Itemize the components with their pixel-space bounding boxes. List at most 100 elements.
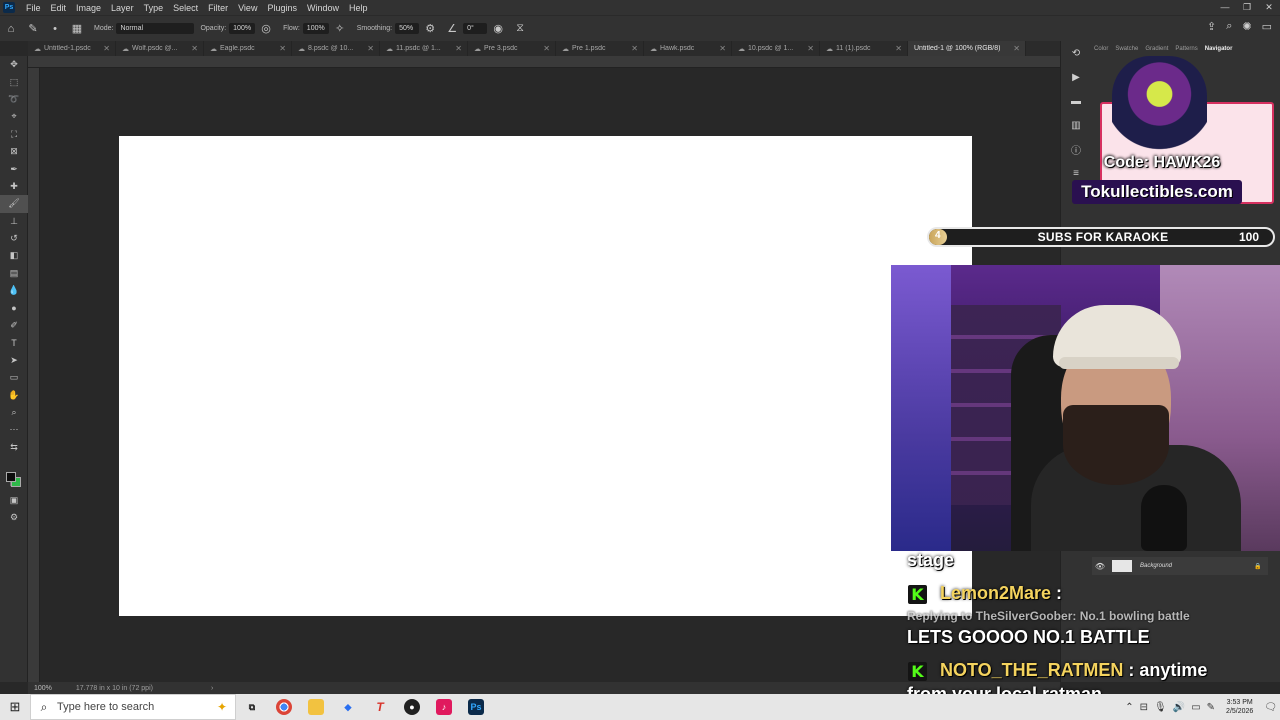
document-tab[interactable]: ☁ 11.psdc @ 1... ✕ — [380, 41, 468, 56]
document-tab[interactable]: ☁ 10.psdc @ 1... ✕ — [732, 41, 820, 56]
file-explorer-icon[interactable] — [300, 694, 332, 720]
angle-field[interactable]: 0° — [463, 23, 488, 34]
pen-icon[interactable]: ✎ — [1207, 702, 1215, 713]
chrome-icon[interactable] — [268, 694, 300, 720]
crop-tool-icon[interactable]: ⛶ — [0, 126, 28, 143]
close-tab-icon[interactable]: ✕ — [103, 44, 110, 53]
document-tab[interactable]: ☁ Eagle.psdc ✕ — [204, 41, 292, 56]
mode-select[interactable]: Normal — [116, 23, 195, 34]
zoom-tool-icon[interactable]: ⌕ — [0, 404, 28, 421]
tab-color[interactable]: Color — [1094, 46, 1108, 52]
healing-brush-tool-icon[interactable]: ✚ — [0, 178, 28, 195]
obs-icon[interactable]: ● — [396, 694, 428, 720]
menu-window[interactable]: Window — [302, 3, 344, 13]
tray-chevron-icon[interactable]: ⌃ — [1125, 702, 1133, 713]
tab-patterns[interactable]: Patterns — [1175, 46, 1197, 52]
menu-plugins[interactable]: Plugins — [262, 3, 302, 13]
menu-image[interactable]: Image — [71, 3, 106, 13]
menu-type[interactable]: Type — [139, 3, 169, 13]
discover-icon[interactable]: ✺ — [1242, 20, 1251, 33]
app-blue-icon[interactable]: ◆ — [332, 694, 364, 720]
close-tab-icon[interactable]: ✕ — [367, 44, 374, 53]
close-tab-icon[interactable]: ✕ — [279, 44, 286, 53]
menu-layer[interactable]: Layer — [106, 3, 139, 13]
document-tab[interactable]: ☁ Untitled-1.psdc ✕ — [28, 41, 116, 56]
pressure-size-icon[interactable]: ◉ — [489, 22, 507, 35]
brush-size-icon[interactable]: • — [46, 23, 64, 35]
blur-tool-icon[interactable]: 💧 — [0, 282, 28, 299]
airbrush-icon[interactable]: ✧ — [331, 22, 349, 35]
menu-file[interactable]: File — [21, 3, 46, 13]
menu-help[interactable]: Help — [344, 3, 373, 13]
close-tab-icon[interactable]: ✕ — [807, 44, 814, 53]
brush-tool-icon[interactable]: 🖌 — [0, 195, 28, 213]
app-t-icon[interactable]: T — [364, 694, 396, 720]
volume-icon[interactable]: 🔊 — [1173, 702, 1185, 713]
close-icon[interactable]: ✕ — [1258, 0, 1280, 15]
gear-icon[interactable]: ⚙ — [421, 22, 439, 35]
type-tool-icon[interactable]: T — [0, 334, 28, 351]
document-tab[interactable]: ☁ Hawk.psdc ✕ — [644, 41, 732, 56]
brush-settings-icon[interactable]: ▦ — [68, 22, 86, 35]
path-select-tool-icon[interactable]: ➤ — [0, 352, 28, 369]
close-tab-icon[interactable]: ✕ — [543, 44, 550, 53]
close-tab-icon[interactable]: ✕ — [1013, 44, 1020, 53]
move-tool-icon[interactable]: ✥ — [0, 56, 28, 73]
restore-icon[interactable]: ❐ — [1236, 0, 1258, 15]
menu-edit[interactable]: Edit — [46, 3, 72, 13]
taskbar-clock[interactable]: 3:53 PM 2/5/2026 — [1226, 698, 1253, 716]
document-tab[interactable]: ☁ Pre 1.psdc ✕ — [556, 41, 644, 56]
menu-select[interactable]: Select — [168, 3, 203, 13]
smoothing-field[interactable]: 50% — [395, 23, 420, 34]
photoshop-taskbar-icon[interactable]: Ps — [460, 694, 492, 720]
object-select-tool-icon[interactable]: ⌖ — [0, 108, 28, 125]
tab-swatches[interactable]: Swatche — [1115, 46, 1138, 52]
tiktok-icon[interactable]: ♪ — [428, 694, 460, 720]
microphone-icon[interactable]: 🎙 — [1154, 702, 1167, 713]
swap-colors-icon[interactable]: ⇆ — [0, 439, 28, 456]
close-tab-icon[interactable]: ✕ — [895, 44, 902, 53]
home-icon[interactable]: ⌂ — [2, 23, 20, 35]
task-view-icon[interactable]: ⧉ — [236, 694, 268, 720]
battery-icon[interactable]: ▭ — [1191, 702, 1200, 713]
menu-view[interactable]: View — [233, 3, 262, 13]
clone-stamp-tool-icon[interactable]: ⊥ — [0, 213, 28, 230]
pressure-opacity-icon[interactable]: ◎ — [257, 22, 275, 35]
status-menu-icon[interactable]: › — [211, 685, 213, 692]
document-tab[interactable]: ☁ 8.psdc @ 10... ✕ — [292, 41, 380, 56]
tab-navigator[interactable]: Navigator — [1205, 46, 1233, 52]
menu-filter[interactable]: Filter — [203, 3, 233, 13]
eyedropper-tool-icon[interactable]: ✒ — [0, 160, 28, 177]
close-tab-icon[interactable]: ✕ — [719, 44, 726, 53]
history-brush-tool-icon[interactable]: ↺ — [0, 230, 28, 247]
screen-mode-icon[interactable]: ▣ — [0, 491, 28, 508]
taskbar-search[interactable]: ⌕ Type here to search ✦ — [30, 694, 236, 720]
gradient-tool-icon[interactable]: ▤ — [0, 265, 28, 282]
pen-tool-icon[interactable]: ✐ — [0, 317, 28, 334]
symmetry-icon[interactable]: ⧖ — [511, 22, 529, 35]
document-tab[interactable]: ☁ Wolf.psdc @... ✕ — [116, 41, 204, 56]
shape-tool-icon[interactable]: ▭ — [0, 369, 28, 386]
more-tools-icon[interactable]: ⋯ — [0, 421, 28, 438]
close-tab-icon[interactable]: ✕ — [191, 44, 198, 53]
frame-tool-icon[interactable]: ⊠ — [0, 143, 28, 160]
document-tab[interactable]: ☁ Pre 3.psdc ✕ — [468, 41, 556, 56]
document-canvas[interactable] — [119, 136, 972, 616]
network-icon[interactable]: ⊟ — [1140, 702, 1148, 713]
close-tab-icon[interactable]: ✕ — [631, 44, 638, 53]
hand-tool-icon[interactable]: ✋ — [0, 386, 28, 403]
lasso-tool-icon[interactable]: ➰ — [0, 91, 28, 108]
workspace-icon[interactable]: ▭ — [1262, 20, 1272, 33]
notifications-icon[interactable]: 🗨 — [1264, 702, 1277, 713]
marquee-tool-icon[interactable]: ⬚ — [0, 73, 28, 90]
flow-field[interactable]: 100% — [302, 23, 329, 34]
foreground-color-swatch[interactable] — [6, 472, 16, 482]
eraser-tool-icon[interactable]: ◧ — [0, 247, 28, 264]
document-tab[interactable]: ☁ 11 (1).psdc ✕ — [820, 41, 908, 56]
zoom-level[interactable]: 100% — [28, 685, 58, 692]
opacity-field[interactable]: 100% — [229, 23, 256, 34]
windows-start-icon[interactable]: ⊞ — [0, 694, 30, 720]
search-icon[interactable]: ⌕ — [1226, 20, 1232, 33]
content-credentials-icon[interactable]: ⚙ — [0, 509, 28, 526]
tab-gradients[interactable]: Gradient — [1145, 46, 1168, 52]
